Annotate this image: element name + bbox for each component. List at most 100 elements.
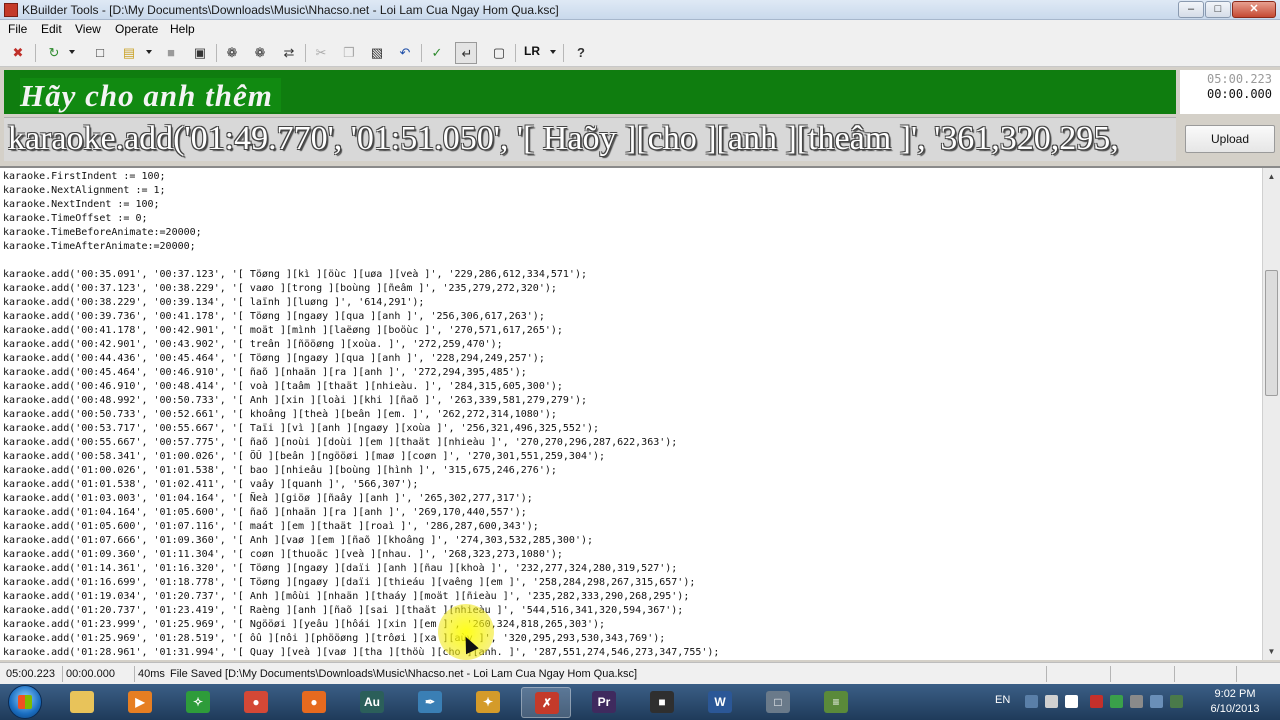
find-button[interactable]: ❁ xyxy=(221,42,243,64)
code-line[interactable]: karaoke.add('00:45.464', '00:46.910', '[… xyxy=(3,366,1261,380)
taskbar-app-button[interactable]: ■ xyxy=(637,687,687,718)
code-line[interactable]: karaoke.add('01:25.969', '01:28.519', '[… xyxy=(3,632,1261,646)
script-editor[interactable]: karaoke.FirstIndent := 100; karaoke.NextA… xyxy=(0,166,1280,660)
save-button[interactable]: ■ xyxy=(160,42,182,64)
tray-v-icon[interactable] xyxy=(1090,695,1103,708)
code-line[interactable]: karaoke.NextIndent := 100; xyxy=(3,198,1261,212)
upload-button[interactable]: Upload xyxy=(1185,125,1275,153)
close-button[interactable]: ✕ xyxy=(1232,1,1276,18)
code-line[interactable]: karaoke.TimeBeforeAnimate:=20000; xyxy=(3,226,1261,240)
code-line[interactable]: karaoke.add('00:38.229', '00:39.134', '[… xyxy=(3,296,1261,310)
menu-edit[interactable]: Edit xyxy=(41,22,62,36)
code-line[interactable]: karaoke.add('00:55.667', '00:57.775', '[… xyxy=(3,436,1261,450)
code-line[interactable]: karaoke.add('00:46.910', '00:48.414', '[… xyxy=(3,380,1261,394)
code-line[interactable]: karaoke.add('01:05.600', '01:07.116', '[… xyxy=(3,520,1261,534)
code-line[interactable]: karaoke.add('01:03.003', '01:04.164', '[… xyxy=(3,492,1261,506)
menu-operate[interactable]: Operate xyxy=(115,22,158,36)
paste-button[interactable]: ▧ xyxy=(366,42,388,64)
tray-pen-icon[interactable] xyxy=(1045,695,1058,708)
code-text-area[interactable]: karaoke.FirstIndent := 100; karaoke.NextA… xyxy=(3,170,1261,658)
taskbar-app-button[interactable]: ✗ xyxy=(521,687,571,718)
preview-button[interactable]: ▢ xyxy=(488,42,510,64)
new-file-button[interactable]: □ xyxy=(89,42,111,64)
taskbar-app-button[interactable]: ✧ xyxy=(173,687,223,718)
tray-volume-icon[interactable] xyxy=(1150,695,1163,708)
tray-battery-icon[interactable] xyxy=(1170,695,1183,708)
taskbar-app-button[interactable]: ≡ xyxy=(811,687,861,718)
menu-view[interactable]: View xyxy=(75,22,101,36)
tray-network-icon[interactable] xyxy=(1025,695,1038,708)
tray-green-icon[interactable] xyxy=(1110,695,1123,708)
menu-help[interactable]: Help xyxy=(170,22,195,36)
code-line[interactable]: karaoke.add('01:20.737', '01:23.419', '[… xyxy=(3,604,1261,618)
exit-button[interactable]: ✖ xyxy=(7,42,29,64)
taskbar-app-button[interactable]: ✒ xyxy=(405,687,455,718)
minimize-button[interactable]: – xyxy=(1178,1,1204,18)
code-line[interactable]: karaoke.add('01:23.999', '01:25.969', '[… xyxy=(3,618,1261,632)
code-line[interactable]: karaoke.add('01:00.026', '01:01.538', '[… xyxy=(3,464,1261,478)
code-line[interactable]: karaoke.add('00:41.178', '00:42.901', '[… xyxy=(3,324,1261,338)
lr-dropdown-arrow[interactable] xyxy=(550,50,556,54)
code-line[interactable]: karaoke.add('00:48.992', '00:50.733', '[… xyxy=(3,394,1261,408)
taskbar-app-button[interactable] xyxy=(57,687,107,718)
start-button[interactable] xyxy=(8,685,42,719)
taskbar-app-button[interactable]: ▶ xyxy=(115,687,165,718)
crlf-icon: ↵ xyxy=(461,46,473,61)
language-indicator[interactable]: EN xyxy=(995,694,1010,706)
save-all-button[interactable]: ▣ xyxy=(189,42,211,64)
taskbar-app-button[interactable]: Pr xyxy=(579,687,629,718)
code-line[interactable] xyxy=(3,254,1261,268)
cut-button[interactable]: ✂ xyxy=(310,42,332,64)
code-line[interactable]: karaoke.add('01:16.699', '01:18.778', '[… xyxy=(3,576,1261,590)
code-line[interactable]: karaoke.add('00:58.341', '01:00.026', '[… xyxy=(3,450,1261,464)
code-line[interactable]: karaoke.TimeAfterAnimate:=20000; xyxy=(3,240,1261,254)
refresh-dropdown-arrow[interactable] xyxy=(69,50,75,54)
undo-button[interactable]: ↶ xyxy=(394,42,416,64)
run-button[interactable]: ✓ xyxy=(426,42,448,64)
replace-button[interactable]: ⇄ xyxy=(278,42,300,64)
code-line[interactable]: karaoke.add('00:44.436', '00:45.464', '[… xyxy=(3,352,1261,366)
taskbar-app-button[interactable]: ● xyxy=(231,687,281,718)
taskbar-app-button[interactable]: □ xyxy=(753,687,803,718)
code-line[interactable]: karaoke.add('01:04.164', '01:05.600', '[… xyxy=(3,506,1261,520)
vertical-scrollbar[interactable]: ▲ ▼ xyxy=(1262,168,1280,660)
open-dropdown-arrow[interactable] xyxy=(146,50,152,54)
code-line[interactable]: karaoke.NextAlignment := 1; xyxy=(3,184,1261,198)
scroll-down-arrow-icon[interactable]: ▼ xyxy=(1263,643,1280,660)
code-line[interactable]: karaoke.add('00:50.733', '00:52.661', '[… xyxy=(3,408,1261,422)
code-line[interactable]: karaoke.add('01:28.961', '01:31.994', '[… xyxy=(3,646,1261,658)
maximize-button[interactable]: □ xyxy=(1205,1,1231,18)
refresh-button[interactable]: ↻ xyxy=(43,42,65,64)
scroll-thumb[interactable] xyxy=(1265,270,1278,396)
code-line[interactable]: karaoke.add('00:39.736', '00:41.178', '[… xyxy=(3,310,1261,324)
status-divider xyxy=(1174,666,1175,682)
open-button[interactable]: ▤ xyxy=(118,42,140,64)
taskbar-app-button[interactable]: ● xyxy=(289,687,339,718)
code-line[interactable]: karaoke.add('01:09.360', '01:11.304', '[… xyxy=(3,548,1261,562)
scroll-up-arrow-icon[interactable]: ▲ xyxy=(1263,168,1280,185)
taskbar-app-button[interactable]: Au xyxy=(347,687,397,718)
taskbar-app-button[interactable]: W xyxy=(695,687,745,718)
context-help-button[interactable]: ? xyxy=(570,42,592,64)
code-line[interactable]: karaoke.add('01:01.538', '01:02.411', '[… xyxy=(3,478,1261,492)
menu-file[interactable]: File xyxy=(8,22,27,36)
media-player-icon: ▶ xyxy=(128,691,152,713)
tray-signal-icon[interactable] xyxy=(1130,695,1143,708)
code-line[interactable]: karaoke.TimeOffset := 0; xyxy=(3,212,1261,226)
clock-time[interactable]: 9:02 PM xyxy=(1205,688,1265,700)
tray-app-icon[interactable] xyxy=(1065,695,1078,708)
crlf-button[interactable]: ↵ xyxy=(455,42,477,64)
clock-date[interactable]: 6/10/2013 xyxy=(1205,703,1265,715)
taskbar-app-button[interactable]: ✦ xyxy=(463,687,513,718)
code-line[interactable]: karaoke.add('01:14.361', '01:16.320', '[… xyxy=(3,562,1261,576)
code-line[interactable]: karaoke.add('01:07.666', '01:09.360', '[… xyxy=(3,534,1261,548)
code-line[interactable]: karaoke.add('00:53.717', '00:55.667', '[… xyxy=(3,422,1261,436)
code-line[interactable]: karaoke.FirstIndent := 100; xyxy=(3,170,1261,184)
code-line[interactable]: karaoke.add('01:19.034', '01:20.737', '[… xyxy=(3,590,1261,604)
code-line[interactable]: karaoke.add('00:42.901', '00:43.902', '[… xyxy=(3,338,1261,352)
lr-dropdown[interactable]: LR xyxy=(524,44,540,58)
code-line[interactable]: karaoke.add('00:35.091', '00:37.123', '[… xyxy=(3,268,1261,282)
copy-button[interactable]: ❐ xyxy=(338,42,360,64)
find-next-button[interactable]: ❁ xyxy=(249,42,271,64)
code-line[interactable]: karaoke.add('00:37.123', '00:38.229', '[… xyxy=(3,282,1261,296)
